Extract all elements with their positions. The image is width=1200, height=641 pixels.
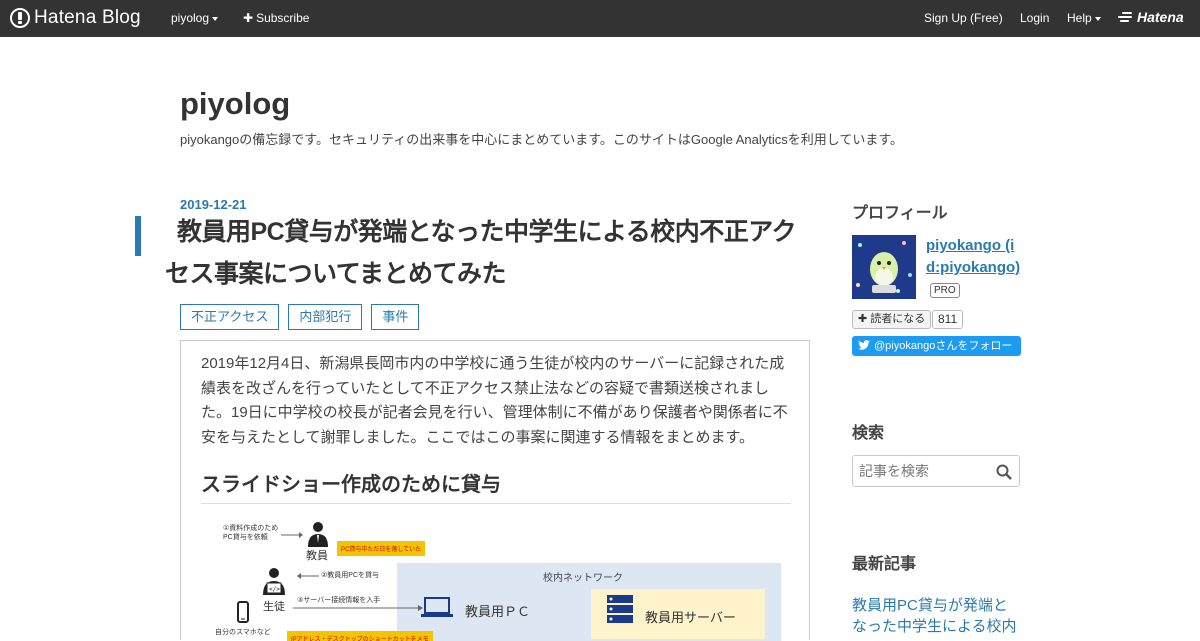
category-tag[interactable]: 内部犯行 xyxy=(288,304,363,330)
blog-description: piyokangoの備忘録です。セキュリティの出来事を中心にまとめています。この… xyxy=(180,132,904,147)
note-box: PC貸与中ただ日を落していた xyxy=(337,541,426,556)
category-tag[interactable]: 不正アクセス xyxy=(180,304,280,330)
plus-icon: ✚ xyxy=(858,313,868,325)
plus-icon: ✚ xyxy=(243,11,254,25)
hatena-blog-icon xyxy=(10,8,30,28)
step2-label: ②教員用PCを貸与 xyxy=(321,572,379,579)
hatena-logo[interactable]: Hatena xyxy=(1118,9,1184,25)
section-heading: スライドショー作成のために貸与 xyxy=(201,468,791,504)
twitter-follow-button[interactable]: @piyokangoさんをフォロー xyxy=(852,336,1021,356)
recent-posts-heading: 最新記事 xyxy=(852,556,917,573)
smartphone-icon xyxy=(237,601,249,623)
search-heading: 検索 xyxy=(852,425,885,442)
blog-menu-dropdown[interactable]: piyolog xyxy=(171,11,219,25)
hatena-wave-icon xyxy=(1118,10,1134,24)
arrow-right-icon xyxy=(281,532,303,538)
search-box xyxy=(852,455,1020,487)
svg-text:</>: </> xyxy=(269,586,280,593)
laptop-icon xyxy=(421,597,453,617)
chevron-down-icon xyxy=(212,16,219,21)
subscribe-reader-button[interactable]: ✚ 読者になる xyxy=(852,310,932,329)
student-icon: </> xyxy=(263,568,285,595)
profile-name-link[interactable]: piyokango (id:piyokango)PRO xyxy=(926,235,1021,301)
reader-count: 811 xyxy=(932,310,964,329)
step1-label: ①資料作成のため PC貸与を依頼 xyxy=(223,525,279,541)
entry-title[interactable]: 教員用PC貸与が発端となった中学生による校内不正アクセス事案についてまとめてみた xyxy=(165,211,815,295)
signup-link[interactable]: Sign Up (Free) xyxy=(924,11,1003,25)
global-header: Hatena Blog piyolog ✚ Subscribe Sign Up (… xyxy=(0,0,1200,37)
help-dropdown[interactable]: Help xyxy=(1067,11,1101,25)
subscribe-button[interactable]: ✚ Subscribe xyxy=(243,11,309,25)
pro-badge: PRO xyxy=(930,282,960,298)
title-accent-bar xyxy=(135,216,141,256)
teacher-pc-label: 教員用ＰＣ xyxy=(465,604,531,619)
server-label: 教員用サーバー xyxy=(645,610,736,625)
teacher-label: 教員 xyxy=(306,550,328,562)
phone-label: 自分のスマホなど xyxy=(215,629,271,636)
entry-content: 2019年12月4日、新潟県長岡市内の中学校に通う生徒が校内のサーバーに記録され… xyxy=(180,340,810,641)
student-label: 生徒 xyxy=(263,601,285,613)
recent-post-link[interactable]: 教員用PC貸与が発端となった中学生による校内 xyxy=(852,595,1022,637)
category-tag[interactable]: 事件 xyxy=(371,304,420,330)
bird-avatar-icon xyxy=(852,235,916,299)
network-label: 校内ネットワーク xyxy=(543,573,623,584)
arrow-right-icon xyxy=(293,605,423,611)
note-box: IPアドレス・デスクトップのショートカットをメモ xyxy=(287,631,433,641)
chevron-down-icon xyxy=(1094,16,1101,21)
twitter-bird-icon xyxy=(858,340,870,350)
profile-heading: プロフィール xyxy=(852,205,948,222)
blog-title[interactable]: piyolog xyxy=(180,86,290,122)
entry-date[interactable]: 2019-12-21 xyxy=(180,197,247,212)
login-link[interactable]: Login xyxy=(1020,11,1049,25)
hatena-blog-logo[interactable]: Hatena Blog xyxy=(10,7,141,29)
server-icon xyxy=(607,595,633,623)
category-list: 不正アクセス 内部犯行 事件 xyxy=(180,304,420,330)
entry-intro: 2019年12月4日、新潟県長岡市内の中学校に通う生徒が校内のサーバーに記録され… xyxy=(201,355,788,446)
teacher-icon xyxy=(308,522,328,547)
search-icon[interactable] xyxy=(996,464,1012,480)
incident-diagram: 校内ネットワーク ①資料作成のため PC貸与を依頼 教員 PC貸与中ただ日を落し… xyxy=(201,521,781,641)
search-input[interactable] xyxy=(853,456,988,486)
avatar[interactable] xyxy=(852,235,916,299)
arrow-left-icon xyxy=(297,573,319,579)
